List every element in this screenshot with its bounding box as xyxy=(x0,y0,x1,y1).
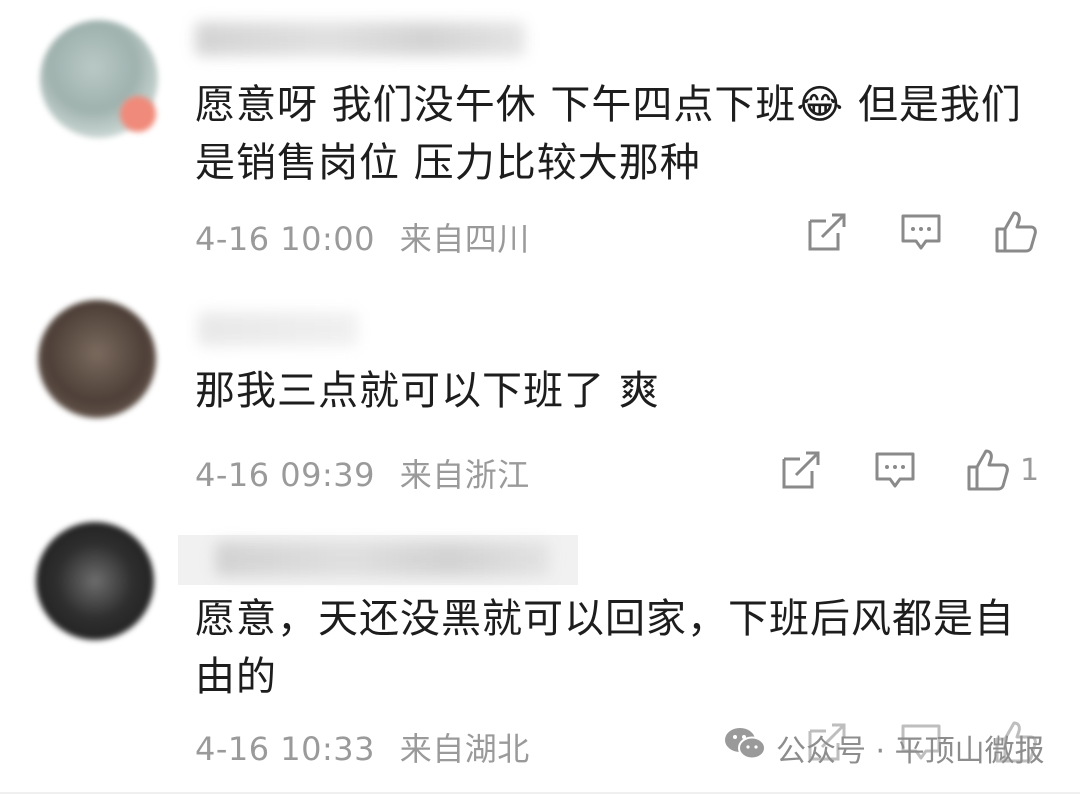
comment-meta: 4-16 10:33 来自湖北 xyxy=(195,724,530,770)
share-icon[interactable] xyxy=(780,449,822,491)
comment-date: 4-16 10:33 xyxy=(195,730,376,768)
avatar[interactable] xyxy=(36,522,154,640)
username-blurred[interactable] xyxy=(215,542,550,576)
comment-icon[interactable] xyxy=(874,449,916,491)
share-icon[interactable] xyxy=(806,211,848,253)
comment-location: 来自浙江 xyxy=(399,456,530,494)
comment-meta: 4-16 09:39 来自浙江 xyxy=(195,450,530,496)
comment-actions: 1 xyxy=(780,448,1039,492)
comment-icon[interactable] xyxy=(900,211,942,253)
username-blurred[interactable] xyxy=(198,312,358,346)
divider xyxy=(0,792,1080,794)
watermark-text: 公众号 · 平顶山微报 xyxy=(776,734,1045,769)
comment-text: 愿意呀 我们没午休 下午四点下班😂 但是我们是销售岗位 压力比较大那种 xyxy=(195,82,1022,186)
wechat-icon xyxy=(724,726,766,770)
avatar[interactable] xyxy=(38,300,156,418)
comment-text: 愿意，天还没黑就可以回家，下班后风都是自由的 xyxy=(195,596,1015,700)
comment-meta: 4-16 10:00 来自四川 xyxy=(195,214,530,260)
comment-location: 来自湖北 xyxy=(399,730,530,768)
avatar-badge xyxy=(120,96,156,132)
thumbs-up-icon[interactable] xyxy=(966,448,1010,492)
like-count: 1 xyxy=(1020,452,1040,488)
comment-date: 4-16 09:39 xyxy=(195,456,376,494)
comment-text: 那我三点就可以下班了 爽 xyxy=(195,368,660,414)
wechat-watermark: 公众号 · 平顶山微报 xyxy=(724,726,1045,770)
thumbs-up-icon[interactable] xyxy=(994,210,1038,254)
comment-location: 来自四川 xyxy=(399,220,530,258)
comment-date: 4-16 10:00 xyxy=(195,220,376,258)
username-blurred[interactable] xyxy=(195,22,525,56)
comment-actions xyxy=(806,210,1038,254)
